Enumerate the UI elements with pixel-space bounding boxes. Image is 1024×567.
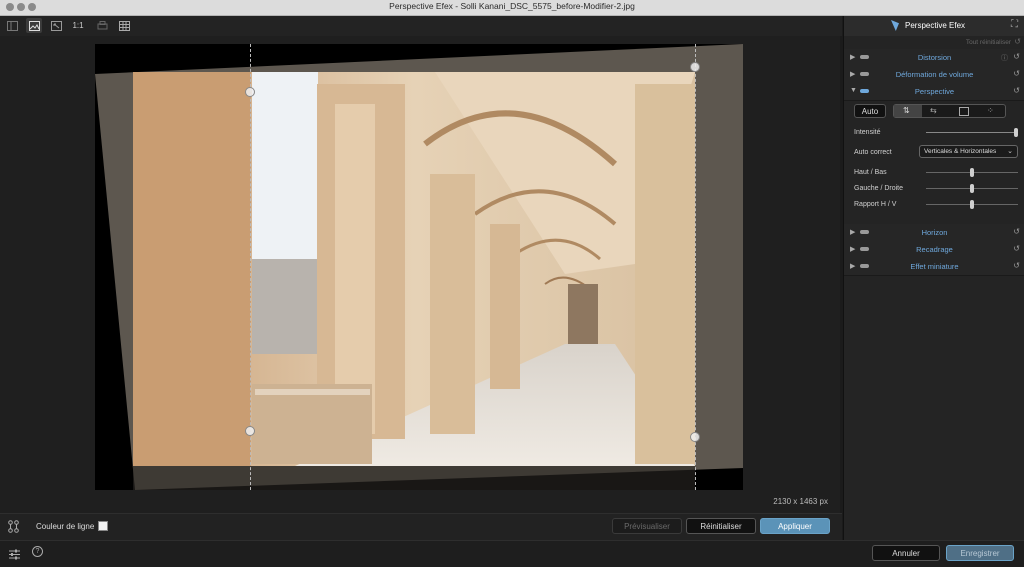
- auto-correct-value: Verticales & Horizontales: [924, 148, 997, 155]
- guide-handle-top-right[interactable]: [690, 62, 700, 72]
- reset-all-link[interactable]: Tout réinitialiser: [966, 39, 1011, 46]
- section-title: Recadrage: [916, 245, 953, 254]
- section-recadrage[interactable]: ▶ Recadrage ↺: [844, 241, 1024, 259]
- section-horizon[interactable]: ▶ Horizon ↺: [844, 224, 1024, 242]
- rapport-label: Rapport H / V: [854, 201, 897, 208]
- section-reset-icon[interactable]: ↺: [1013, 69, 1020, 78]
- corrected-photo: [95, 44, 743, 490]
- window-title: Perspective Efex - Solli Kanani_DSC_5575…: [389, 1, 635, 11]
- panel-header: Perspective Efex ⛶: [844, 16, 1024, 36]
- settings-button[interactable]: [9, 547, 20, 565]
- mode-vertical-button[interactable]: ⇅: [894, 105, 922, 117]
- reset-all-row: Tout réinitialiser ↺: [844, 36, 1024, 49]
- save-button[interactable]: Enregistrer: [946, 545, 1014, 561]
- intensity-label: Intensité: [854, 129, 881, 136]
- auto-correct-select[interactable]: Verticales & Horizontales ⌄: [919, 145, 1018, 158]
- guide-handle-top-left[interactable]: [245, 87, 255, 97]
- footer-bar: ? Annuler Enregistrer: [0, 540, 1024, 567]
- fullscreen-icon[interactable]: ⛶: [1011, 19, 1018, 30]
- vertical-icon: ⇅: [903, 106, 910, 115]
- action-bar: Couleur de ligne Prévisualiser Réinitial…: [0, 513, 842, 541]
- cancel-button[interactable]: Annuler: [872, 545, 940, 561]
- reset-button[interactable]: Réinitialiser: [686, 518, 756, 534]
- four-points-icon: ⁘: [987, 106, 994, 115]
- sliders-icon: [9, 549, 20, 560]
- single-view-button[interactable]: [26, 18, 42, 33]
- view-toolbar: 1:1: [0, 16, 842, 36]
- section-title: Perspective: [914, 87, 955, 96]
- haut-bas-label: Haut / Bas: [854, 169, 887, 176]
- split-view-icon: [6, 20, 18, 31]
- reset-all-icon[interactable]: ↺: [1014, 37, 1021, 46]
- perspective-efex-logo-icon: [891, 20, 899, 31]
- image-dimensions: 2130 x 1463 px: [773, 497, 828, 506]
- preview-button[interactable]: Prévisualiser: [612, 518, 682, 534]
- section-reset-icon[interactable]: ↺: [1013, 261, 1020, 270]
- guide-handle-bottom-right[interactable]: [690, 432, 700, 442]
- chevron-down-icon: ⌄: [1007, 148, 1013, 155]
- section-reset-icon[interactable]: ↺: [1013, 86, 1020, 95]
- auto-correct-label: Auto correct: [854, 149, 892, 156]
- guide-handle-bottom-left[interactable]: [245, 426, 255, 436]
- line-color-swatch[interactable]: [98, 521, 108, 531]
- section-title: Effet miniature: [910, 262, 959, 271]
- horizontal-icon: ⇆: [930, 106, 937, 115]
- gauche-droite-label: Gauche / Droite: [854, 185, 904, 192]
- section-deformation-volume[interactable]: ▶ Déformation de volume ↺: [844, 66, 1024, 84]
- image-canvas[interactable]: 2130 x 1463 px: [0, 36, 840, 513]
- auto-button[interactable]: Auto: [854, 104, 886, 118]
- fit-to-screen-button[interactable]: [48, 18, 64, 33]
- section-reset-icon[interactable]: ↺: [1013, 227, 1020, 236]
- print-icon: [97, 20, 107, 29]
- correction-mode-group: ⇅ ⇆ ⁘: [893, 104, 1006, 118]
- mode-free-button[interactable]: ⁘: [978, 105, 1006, 117]
- filter-panel: Perspective Efex ⛶ Tout réinitialiser ↺ …: [843, 16, 1024, 540]
- right-guide-line[interactable]: [695, 44, 696, 490]
- section-title: Horizon: [921, 228, 948, 237]
- mode-rectangle-button[interactable]: [950, 105, 978, 117]
- help-icon[interactable]: ?: [32, 546, 43, 557]
- info-icon: ⓘ: [1001, 55, 1008, 62]
- guides-icon: [8, 520, 19, 533]
- left-guide-line[interactable]: [250, 44, 251, 490]
- section-effet-miniature[interactable]: ▶ Effet miniature ↺: [844, 258, 1024, 276]
- grid-toggle-button[interactable]: [116, 18, 132, 33]
- apply-button[interactable]: Appliquer: [760, 518, 830, 534]
- haut-bas-slider-handle[interactable]: [970, 168, 974, 177]
- guides-tool-button[interactable]: [8, 520, 19, 538]
- section-title: Déformation de volume: [895, 70, 974, 79]
- intensity-slider-handle[interactable]: [1014, 128, 1018, 137]
- section-reset-icon[interactable]: ↺: [1013, 52, 1020, 61]
- image-icon: [28, 20, 40, 31]
- window-titlebar: Perspective Efex - Solli Kanani_DSC_5575…: [0, 0, 1024, 16]
- rapport-slider-handle[interactable]: [970, 200, 974, 209]
- section-distorsion[interactable]: ▶ Distorsion ⓘ ↺: [844, 49, 1024, 67]
- rectangle-icon: [959, 107, 969, 116]
- mode-horizontal-button[interactable]: ⇆: [922, 105, 950, 117]
- section-perspective[interactable]: ▼ Perspective ↺: [844, 83, 1024, 101]
- section-reset-icon[interactable]: ↺: [1013, 244, 1020, 253]
- photo-viewport: [95, 44, 743, 490]
- intensity-slider[interactable]: [926, 132, 1018, 133]
- grid-icon: [118, 20, 130, 31]
- compare-split-button[interactable]: [4, 18, 20, 33]
- app-name: Perspective Efex: [905, 21, 966, 30]
- line-color-label: Couleur de ligne: [36, 522, 95, 531]
- print-button[interactable]: [94, 18, 110, 33]
- perspective-controls: Auto ⇅ ⇆ ⁘ Intensité Auto correct Vertic…: [844, 101, 1024, 224]
- expand-icon: [50, 20, 62, 31]
- zoom-1-1-button[interactable]: 1:1: [70, 18, 86, 33]
- gauche-droite-slider-handle[interactable]: [970, 184, 974, 193]
- section-title: Distorsion: [917, 53, 952, 62]
